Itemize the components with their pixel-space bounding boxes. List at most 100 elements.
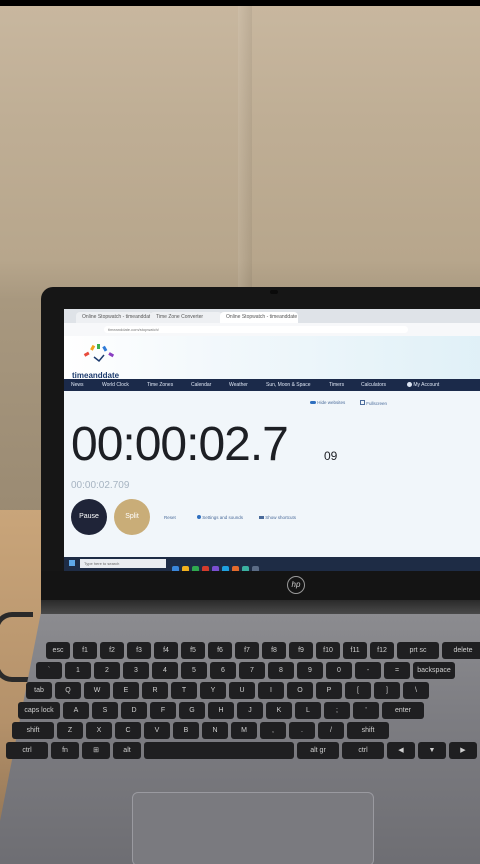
keyboard-icon — [259, 516, 264, 519]
keyboard-row-home: caps lock A S D F G H J K L; ' enter — [18, 702, 427, 722]
keyboard-key: E — [113, 682, 139, 699]
shortcuts-link[interactable]: Show shortcuts — [259, 515, 296, 520]
keyboard-key: D — [121, 702, 147, 719]
gear-icon — [197, 515, 201, 519]
keyboard-key: alt — [113, 742, 141, 759]
nav-calculators[interactable]: Calculators — [361, 379, 386, 391]
keyboard-key: B — [173, 722, 199, 739]
keyboard-key: P — [316, 682, 342, 699]
keyboard-key: 6 — [210, 662, 236, 679]
keyboard-key: esc — [46, 642, 70, 659]
keyboard-key: alt gr — [297, 742, 339, 759]
keyboard-key: 4 — [152, 662, 178, 679]
keyboard-key: U — [229, 682, 255, 699]
keyboard-key: Z — [57, 722, 83, 739]
keyboard-key: ▼ — [418, 742, 446, 759]
nav-world-clock[interactable]: World Clock — [102, 379, 129, 391]
keyboard-key: f11 — [343, 642, 367, 659]
split-button[interactable]: Split — [114, 499, 150, 535]
keyboard-key: f8 — [262, 642, 286, 659]
settings-label: Settings and sounds — [202, 515, 244, 520]
keyboard-key: / — [318, 722, 344, 739]
keyboard-key: 0 — [326, 662, 352, 679]
taskbar-search[interactable]: Type here to search — [80, 559, 166, 568]
keyboard-key: \ — [403, 682, 429, 699]
keyboard-key — [144, 742, 294, 759]
keyboard-key: ▶ — [449, 742, 477, 759]
stopwatch-display: 00:00:02.7 — [71, 418, 289, 471]
keyboard-key: tab — [26, 682, 52, 699]
keyboard-key: 5 — [181, 662, 207, 679]
hide-websites-option[interactable]: Hide websites — [310, 400, 345, 405]
keyboard: esc f1 f2 f3 f4 f5 f6 f7 f8 f9 f10 f11 f12 prt sc dele… — [6, 642, 480, 770]
logo-icon — [83, 344, 115, 363]
keyboard-key: f5 — [181, 642, 205, 659]
keyboard-key: 8 — [268, 662, 294, 679]
keyboard-key: ; — [324, 702, 350, 719]
taskbar-apps — [172, 560, 262, 571]
keyboard-key: f4 — [154, 642, 178, 659]
site-nav: News World Clock Time Zones Calendar Wea… — [64, 379, 480, 391]
fullscreen-option[interactable]: Fullscreen — [360, 400, 387, 406]
keyboard-key: W — [84, 682, 110, 699]
account-icon — [407, 382, 412, 388]
keyboard-key: G — [179, 702, 205, 719]
keyboard-key: backspace — [413, 662, 455, 679]
keyboard-key: ◀ — [387, 742, 415, 759]
browser-tab-1[interactable]: Online Stopwatch - timeanddate — [76, 312, 152, 323]
keyboard-key: K — [266, 702, 292, 719]
touchpad — [132, 792, 374, 864]
photo-scene: Online Stopwatch - timeanddate Time Zone… — [0, 0, 480, 864]
browser-tab-2[interactable]: Time Zone Converter — [150, 312, 222, 323]
keyboard-key: Y — [200, 682, 226, 699]
keyboard-key: V — [144, 722, 170, 739]
keyboard-key: , — [260, 722, 286, 739]
toggle-icon — [310, 401, 316, 404]
shortcuts-label: Show shortcuts — [265, 515, 297, 520]
browser-tab-active[interactable]: Online Stopwatch - timeanddate — [220, 312, 298, 323]
keyboard-key: delete — [442, 642, 480, 659]
keyboard-key: shift — [347, 722, 389, 739]
keyboard-key: N — [202, 722, 228, 739]
pause-button[interactable]: Pause — [71, 499, 107, 535]
keyboard-key: f3 — [127, 642, 151, 659]
hp-logo: hp — [287, 576, 305, 594]
keyboard-key: M — [231, 722, 257, 739]
nav-time-zones[interactable]: Time Zones — [147, 379, 173, 391]
keyboard-key: H — [208, 702, 234, 719]
hide-websites-label: Hide websites — [317, 400, 346, 405]
keyboard-row-bottom: ctrl fn ⊞ alt alt gr ctrl ◀ ▼ ▶ — [6, 742, 480, 762]
nav-timers[interactable]: Timers — [329, 379, 344, 391]
keyboard-key: F — [150, 702, 176, 719]
keyboard-row-function: esc f1 f2 f3 f4 f5 f6 f7 f8 f9 f10 f11 f12 prt sc dele… — [46, 642, 480, 662]
nav-calendar[interactable]: Calendar — [191, 379, 211, 391]
settings-link[interactable]: Settings and sounds — [197, 515, 243, 520]
nav-my-account[interactable]: My Account — [407, 379, 439, 391]
nav-weather[interactable]: Weather — [229, 379, 248, 391]
reset-link[interactable]: Reset — [164, 515, 176, 520]
keyboard-key: ctrl — [6, 742, 48, 759]
keyboard-key: f7 — [235, 642, 259, 659]
keyboard-key: [ — [345, 682, 371, 699]
keyboard-key: 7 — [239, 662, 265, 679]
stopwatch-milliseconds: 09 — [324, 449, 338, 463]
url-field[interactable]: timeanddate.com/stopwatch/ — [104, 326, 408, 333]
keyboard-key: L — [295, 702, 321, 719]
keyboard-key: J — [237, 702, 263, 719]
windows-start-icon[interactable] — [69, 560, 75, 566]
keyboard-key: . — [289, 722, 315, 739]
keyboard-key: X — [86, 722, 112, 739]
keyboard-key: 1 — [65, 662, 91, 679]
nav-sun-moon-space[interactable]: Sun, Moon & Space — [266, 379, 310, 391]
keyboard-key: caps lock — [18, 702, 60, 719]
keyboard-key: ' — [353, 702, 379, 719]
laptop-hinge — [41, 600, 480, 614]
keyboard-key: ⊞ — [82, 742, 110, 759]
nav-news[interactable]: News — [71, 379, 84, 391]
keyboard-key: prt sc — [397, 642, 439, 659]
keyboard-row-shift: shift Z X C V B N M,. / shift — [12, 722, 392, 742]
keyboard-key: C — [115, 722, 141, 739]
fullscreen-icon — [360, 400, 365, 405]
keyboard-key: S — [92, 702, 118, 719]
keyboard-key: 2 — [94, 662, 120, 679]
